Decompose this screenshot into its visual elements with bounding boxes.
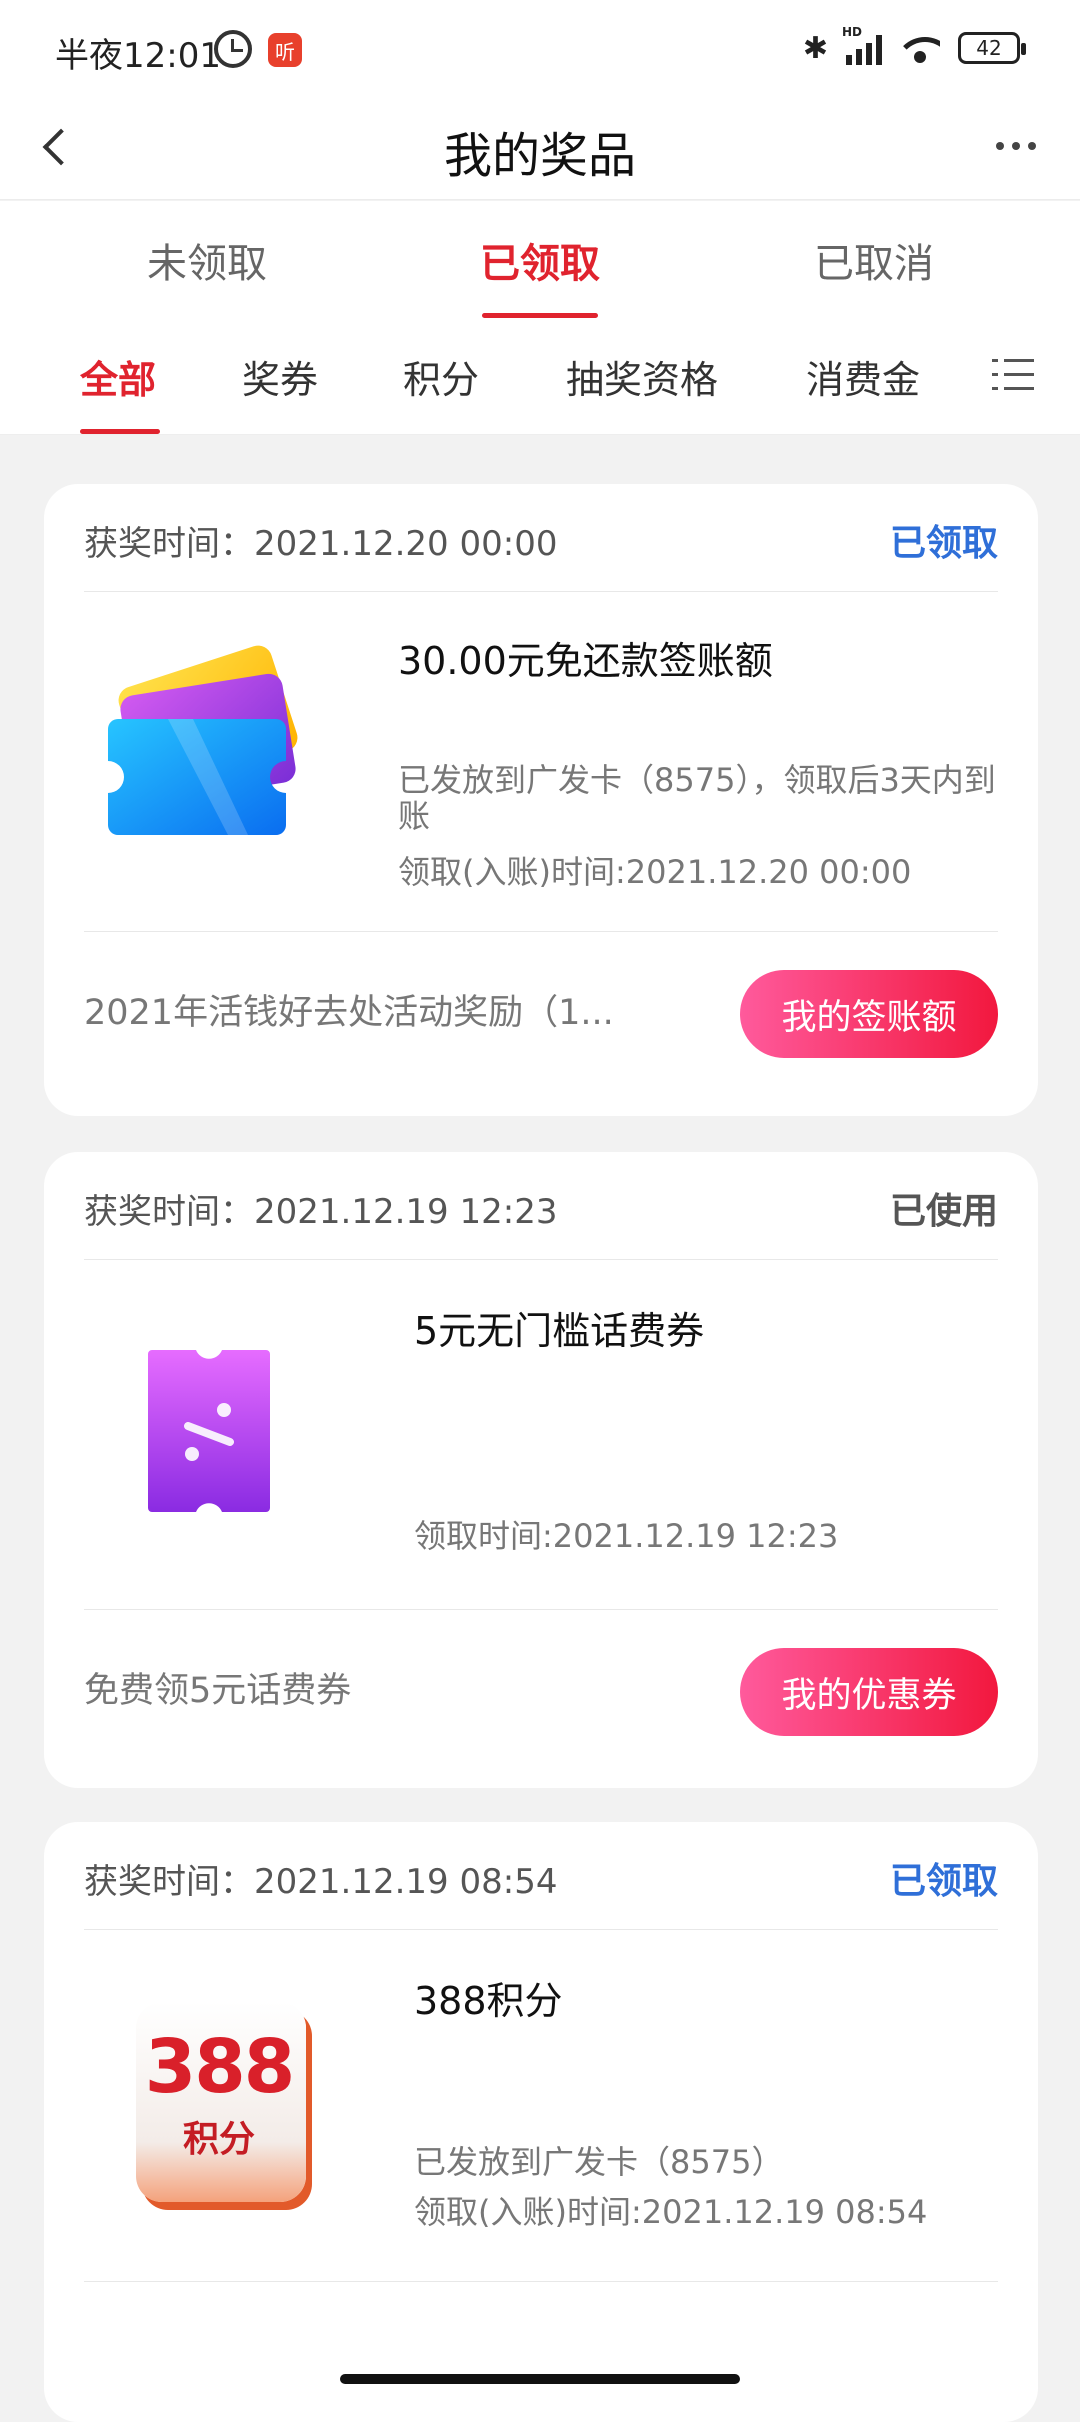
- category-coupons[interactable]: 奖券: [242, 349, 318, 404]
- signal-icon: HD: [842, 25, 882, 65]
- my-credit-button[interactable]: 我的签账额: [740, 970, 998, 1058]
- battery-level: 42: [976, 36, 1002, 60]
- receive-time: 领取(入账)时间:2021.12.20 00:00: [398, 853, 912, 891]
- prize-name: 30.00元免还款签账额: [398, 639, 773, 683]
- prize-card: 获奖时间：2021.12.20 00:00 已领取 30.00元免还款签账额 已…: [44, 484, 1038, 1116]
- tab-cancelled[interactable]: 已取消: [774, 231, 974, 289]
- prize-card: 获奖时间：2021.12.19 08:54 已领取 388 积分 388积分 已…: [44, 1822, 1038, 2422]
- my-coupons-button[interactable]: 我的优惠券: [740, 1648, 998, 1736]
- tab-unclaimed[interactable]: 未领取: [107, 231, 307, 289]
- prize-name: 5元无门槛话费券: [414, 1309, 705, 1353]
- receive-time: 领取(入账)时间:2021.12.19 08:54: [414, 2193, 928, 2231]
- network-label: HD: [842, 25, 863, 39]
- ticket-stack-icon: [108, 645, 298, 835]
- alarm-icon: [214, 30, 252, 68]
- prize-name: 388积分: [414, 1979, 563, 2023]
- more-icon[interactable]: [996, 136, 1044, 156]
- award-time: 获奖时间：2021.12.19 08:54: [84, 1862, 558, 1902]
- points-number: 388: [144, 2024, 295, 2110]
- status-badge: 已领取: [889, 1861, 998, 1902]
- category-all[interactable]: 全部: [80, 349, 156, 404]
- bluetooth-icon: ✱: [802, 30, 828, 66]
- list-menu-icon[interactable]: [992, 357, 1036, 393]
- points-label: 积分: [182, 2119, 255, 2160]
- home-indicator[interactable]: [340, 2374, 740, 2384]
- award-time: 获奖时间：2021.12.20 00:00: [84, 524, 558, 564]
- receive-time: 领取时间:2021.12.19 12:23: [414, 1517, 839, 1555]
- prize-description: 已发放到广发卡（8575）: [414, 2143, 784, 2181]
- status-tabs: 未领取 已领取 已取消: [0, 201, 1080, 319]
- wifi-icon: [900, 33, 940, 63]
- listen-app-icon: 听: [268, 33, 302, 67]
- category-active-indicator: [80, 429, 160, 434]
- tab-claimed[interactable]: 已领取: [440, 231, 640, 289]
- status-badge: 已使用: [889, 1191, 998, 1232]
- category-tabs: 全部 奖券 积分 抽奖资格 消费金: [0, 319, 1080, 435]
- page-title: 我的奖品: [443, 128, 636, 184]
- status-badge: 已领取: [889, 523, 998, 564]
- award-time: 获奖时间：2021.12.19 12:23: [84, 1192, 558, 1232]
- status-time: 半夜12:01: [55, 36, 221, 76]
- status-bar: 半夜12:01 听 ✱ HD 42: [0, 0, 1080, 96]
- coupon-icon: [148, 1350, 270, 1512]
- category-consumption-gold[interactable]: 消费金: [806, 349, 920, 404]
- battery-icon: 42: [958, 32, 1026, 64]
- prize-source: 2021年活钱好去处活动奖励（1...: [84, 993, 614, 1033]
- prize-source: 免费领5元话费券: [84, 1671, 352, 1711]
- tab-active-indicator: [482, 313, 598, 318]
- category-lottery[interactable]: 抽奖资格: [566, 349, 718, 404]
- prize-description: 已发放到广发卡（8575），领取后3天内到账: [398, 761, 996, 835]
- points-badge-icon: 388 积分: [114, 1992, 324, 2202]
- category-points[interactable]: 积分: [403, 349, 479, 404]
- nav-bar: 我的奖品: [0, 96, 1080, 200]
- prize-card: 获奖时间：2021.12.19 12:23 已使用 5元无门槛话费券 领取时间:…: [44, 1152, 1038, 1788]
